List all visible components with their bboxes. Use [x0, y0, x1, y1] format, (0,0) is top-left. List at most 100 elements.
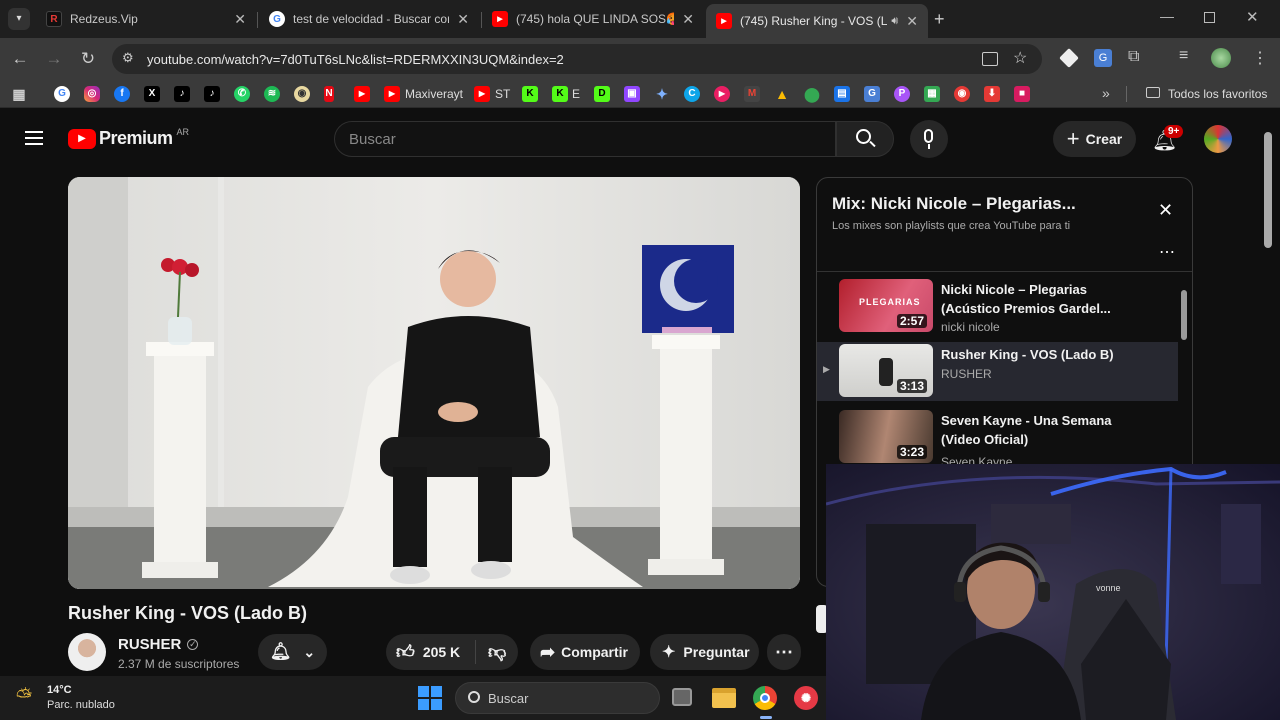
close-icon[interactable]: ✕ — [1158, 200, 1173, 221]
x-icon[interactable]: X — [144, 86, 160, 102]
bookmark-label[interactable]: ST — [495, 87, 510, 101]
ask-button[interactable]: ✦ Preguntar — [650, 634, 759, 670]
profile-avatar[interactable] — [1211, 48, 1231, 68]
notifications-button[interactable]: 🔔︎ 9+ — [1152, 125, 1184, 153]
play-bookmark-icon[interactable]: ▶ — [714, 86, 730, 102]
tab-youtube-hola[interactable]: ▶ (745) hola QUE LINDA SOS🥵/ ✕ — [482, 4, 704, 34]
account-avatar[interactable] — [1204, 125, 1232, 153]
windows-start-icon[interactable] — [418, 686, 442, 710]
playlist-scrollbar-thumb[interactable] — [1181, 290, 1187, 340]
spark-icon[interactable]: ✦ — [654, 86, 670, 102]
p-bookmark-icon[interactable]: P — [894, 86, 910, 102]
task-view-icon[interactable] — [672, 688, 692, 706]
app-red-icon[interactable]: ✺ — [794, 686, 818, 710]
more-actions-button[interactable]: ⋯ — [767, 634, 801, 670]
playlist-item-title: Seven Kayne - Una Semana (Video Oficial) — [941, 413, 1112, 447]
kick-icon[interactable]: K — [522, 86, 538, 102]
tab-redzeus[interactable]: R Redzeus.Vip ✕ — [36, 4, 256, 34]
channel-name-row[interactable]: RUSHER ✓ — [118, 636, 199, 653]
close-icon[interactable]: ✕ — [682, 11, 694, 28]
chrome-icon[interactable] — [753, 686, 777, 710]
sheets-icon[interactable]: ▦ — [924, 86, 940, 102]
running-indicator — [760, 716, 772, 719]
window-close-icon[interactable]: ✕ — [1246, 8, 1259, 26]
subscription-notify-button[interactable]: 🔔︎ ⌄ — [258, 634, 327, 670]
all-bookmarks-label[interactable]: Todos los favoritos — [1168, 87, 1267, 101]
install-app-icon[interactable] — [982, 52, 998, 66]
youtube-bookmark-icon[interactable]: ▶ — [474, 86, 490, 102]
translate-bookmark-icon[interactable]: G — [864, 86, 880, 102]
tiktok-icon[interactable]: ♪ — [174, 86, 190, 102]
record-icon[interactable]: ◉ — [954, 86, 970, 102]
new-tab-button[interactable]: + — [934, 9, 945, 30]
site-info-icon[interactable]: ⚙︎ — [122, 50, 134, 66]
more-bookmarks-icon[interactable]: » — [1102, 85, 1110, 101]
minimize-icon[interactable]: — — [1160, 8, 1174, 24]
extension-diamond-icon[interactable] — [1059, 48, 1079, 68]
translate-icon[interactable]: G — [1094, 49, 1112, 67]
url-text[interactable]: youtube.com/watch?v=7d0TuT6sLNc&list=RDE… — [147, 52, 564, 67]
instagram-icon[interactable]: ◎ — [84, 86, 100, 102]
twitch-icon[interactable]: ▣ — [624, 86, 640, 102]
d-bookmark-icon[interactable]: D — [594, 86, 610, 102]
temperature[interactable]: 14°C — [47, 684, 72, 696]
create-button[interactable]: + Crear — [1053, 121, 1136, 157]
search-input[interactable]: Buscar — [334, 121, 836, 157]
kick-icon[interactable]: K — [552, 86, 568, 102]
download-icon[interactable]: ⬇ — [984, 86, 1000, 102]
reload-icon[interactable]: ↻ — [77, 48, 99, 70]
playlist-title[interactable]: Mix: Nicki Nicole – Plegarias... — [832, 194, 1076, 214]
bookmark-label[interactable]: Maxiverayt — [405, 87, 463, 101]
c-bookmark-icon[interactable]: C — [684, 86, 700, 102]
tab-speedtest[interactable]: G test de velocidad - Buscar con G ✕ — [259, 4, 479, 34]
search-button[interactable] — [836, 121, 894, 157]
omnibox[interactable]: ⚙︎ youtube.com/watch?v=7d0TuT6sLNc&list=… — [112, 44, 1042, 74]
restore-icon[interactable] — [1204, 12, 1215, 23]
weather-icon[interactable]: ⛅︎ — [16, 686, 32, 709]
share-button[interactable]: ➦ Compartir — [530, 634, 640, 670]
menu-kebab-icon[interactable]: ⋮ — [1252, 48, 1268, 68]
extensions-puzzle-icon[interactable]: ⧉ — [1128, 48, 1139, 66]
bookmark-label[interactable]: E — [572, 87, 580, 101]
maps-icon[interactable]: ⬤ — [804, 86, 820, 102]
youtube-logo[interactable]: ▶ Premium AR — [68, 127, 189, 149]
playlist-item-current[interactable]: ▶ 3:13 Rusher King - VOS (Lado B) RUSHER — [817, 342, 1178, 401]
close-icon[interactable]: ✕ — [234, 11, 246, 28]
more-options-icon[interactable]: ⋯ — [1159, 242, 1175, 262]
spotify-icon[interactable]: ≋ — [264, 86, 280, 102]
youtube-bookmark-icon[interactable]: ▶ — [354, 86, 370, 102]
close-icon[interactable]: ✕ — [457, 11, 469, 28]
facebook-icon[interactable]: f — [114, 86, 130, 102]
whatsapp-icon[interactable]: ✆ — [234, 86, 250, 102]
playlist-item[interactable]: 3:23 Seven Kayne - Una Semana (Video Ofi… — [817, 408, 1177, 469]
tab-youtube-rusher[interactable]: ▶ (745) Rusher King - VOS (La 🔊︎ ✕ — [706, 4, 928, 38]
google-bookmark-icon[interactable]: G — [54, 86, 70, 102]
bookmark-icon[interactable]: ◉ — [294, 86, 310, 102]
taskbar-search[interactable]: Buscar — [455, 682, 660, 714]
drive-icon[interactable]: ▲ — [774, 86, 790, 102]
video-player[interactable] — [68, 177, 800, 589]
channel-avatar[interactable] — [68, 633, 106, 671]
channel-name[interactable]: RUSHER — [118, 636, 181, 653]
like-button[interactable]: 👍︎ 205 K — [386, 640, 476, 664]
media-queue-icon[interactable]: ≡ — [1179, 47, 1188, 65]
youtube-bookmark-icon[interactable]: ▶ — [384, 86, 400, 102]
voice-search-button[interactable] — [910, 120, 948, 158]
forward-icon[interactable]: → — [43, 48, 65, 70]
gmail-icon[interactable]: M — [744, 86, 760, 102]
playlist-item[interactable]: PLEGARIAS 2:57 Nicki Nicole – Plegarias … — [817, 277, 1177, 337]
bookmark-star-icon[interactable]: ☆ — [1013, 48, 1027, 68]
tiktok-icon[interactable]: ♪ — [204, 86, 220, 102]
netflix-icon[interactable]: N — [324, 86, 334, 102]
bookmark-icon[interactable]: ■ — [1014, 86, 1030, 102]
docs-icon[interactable]: ▤ — [834, 86, 850, 102]
hamburger-menu-icon[interactable] — [25, 131, 43, 145]
tab-search-button[interactable]: ▾ — [8, 8, 30, 30]
file-explorer-icon[interactable] — [712, 688, 736, 708]
speaker-icon[interactable]: 🔊︎ — [891, 15, 898, 28]
dislike-button[interactable]: 👎︎ — [476, 641, 506, 663]
page-scrollbar-thumb[interactable] — [1264, 132, 1272, 248]
close-icon[interactable]: ✕ — [906, 13, 918, 30]
back-icon[interactable]: ← — [9, 48, 31, 70]
apps-grid-icon[interactable]: ▦ — [11, 86, 27, 102]
